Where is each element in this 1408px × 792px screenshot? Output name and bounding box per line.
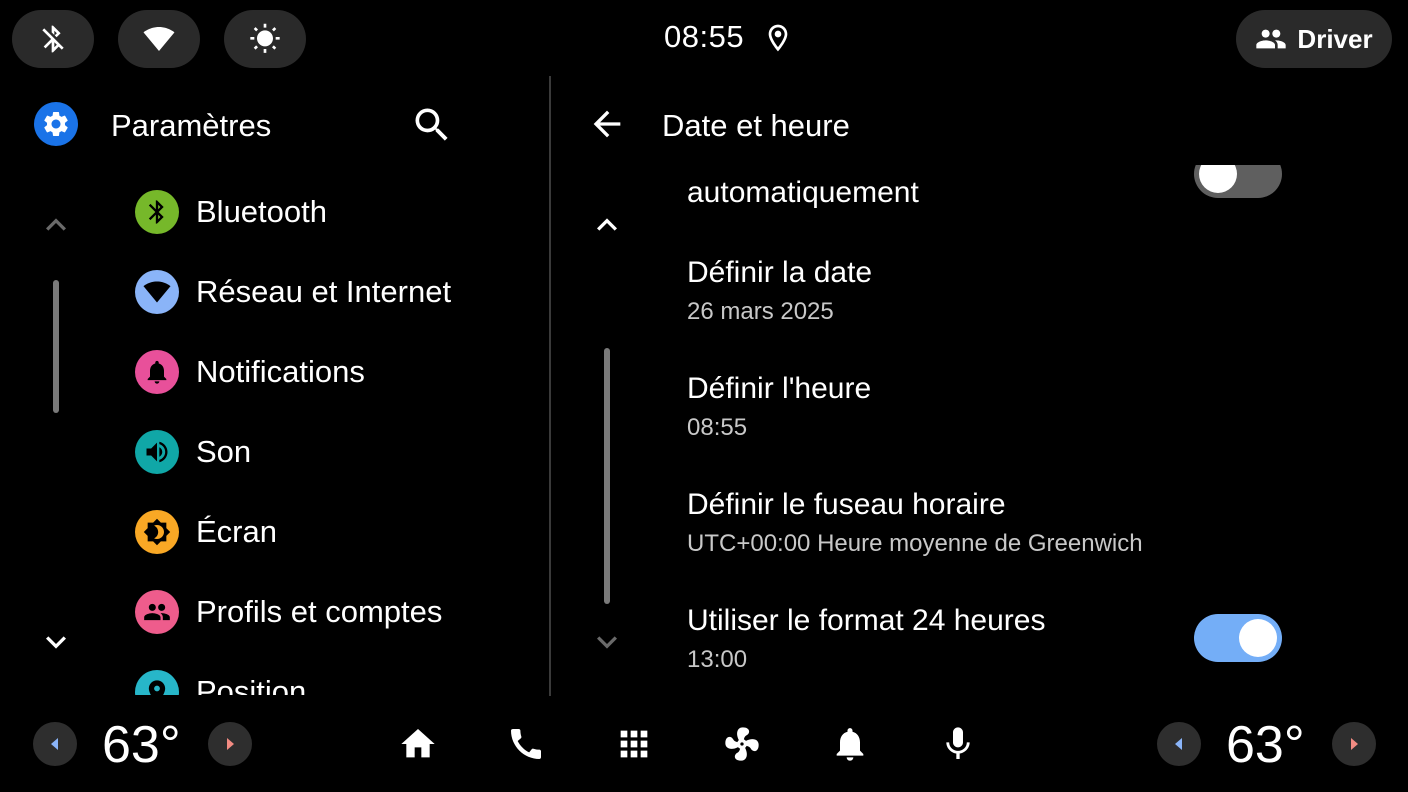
- sidebar-item-label: Son: [196, 434, 252, 469]
- microphone-icon: [946, 727, 970, 759]
- row-title: Définir le fuseau horaire: [687, 488, 1006, 521]
- set-date-row[interactable]: Définir la date 26 mars 2025: [687, 256, 1307, 326]
- hvac-fan-button[interactable]: [720, 722, 764, 766]
- detail-scrollbar[interactable]: [604, 348, 610, 604]
- wifi-icon: [143, 27, 175, 51]
- volume-icon: [135, 430, 179, 474]
- people-icon: [1256, 29, 1287, 49]
- date-time-settings-list: automatiquement Définir la date 26 mars …: [687, 165, 1307, 695]
- phone-icon: [511, 729, 541, 759]
- row-title: Définir la date: [687, 256, 873, 289]
- auto-time-toggle[interactable]: [1194, 165, 1282, 198]
- settings-app-icon: [34, 102, 78, 146]
- people-icon: [135, 590, 179, 634]
- search-button[interactable]: [410, 103, 454, 147]
- bluetooth-off-icon: [42, 25, 64, 53]
- wifi-icon: [135, 270, 179, 314]
- chevron-up-icon: [46, 218, 66, 231]
- chevron-down-icon: [46, 636, 66, 649]
- voice-assistant-button[interactable]: [936, 722, 980, 766]
- row-title: Définir l'heure: [687, 372, 872, 405]
- wifi-toggle-button[interactable]: [118, 10, 200, 68]
- sidebar-item-location[interactable]: Position: [135, 652, 535, 695]
- sidebar-item-display[interactable]: Écran: [135, 492, 535, 572]
- brightness-button[interactable]: [224, 10, 306, 68]
- triangle-left-icon: [1175, 738, 1182, 750]
- triangle-right-icon: [227, 738, 234, 750]
- right-temp-decrease-button[interactable]: [1157, 722, 1201, 766]
- triangle-right-icon: [1351, 738, 1358, 750]
- sidebar-item-label: Notifications: [196, 354, 365, 389]
- search-icon: [415, 108, 448, 141]
- row-subtitle: UTC+00:00 Heure moyenne de Greenwich: [687, 530, 1143, 557]
- notifications-button[interactable]: [828, 722, 872, 766]
- row-subtitle: 26 mars 2025: [687, 298, 834, 325]
- left-temp-decrease-button[interactable]: [33, 722, 77, 766]
- sidebar-scrollbar[interactable]: [53, 280, 59, 413]
- bluetooth-toggle-button[interactable]: [12, 10, 94, 68]
- phone-button[interactable]: [504, 722, 548, 766]
- brightness-icon: [135, 510, 179, 554]
- chevron-down-icon: [597, 636, 617, 649]
- left-temperature[interactable]: 63°: [102, 715, 181, 775]
- right-temperature[interactable]: 63°: [1226, 715, 1305, 775]
- bluetooth-icon: [135, 190, 179, 234]
- back-button[interactable]: [587, 104, 627, 144]
- sidebar-item-label: Bluetooth: [196, 194, 327, 229]
- gear-icon: [44, 112, 68, 136]
- sidebar-item-label: Profils et comptes: [196, 594, 443, 629]
- right-temp-increase-button[interactable]: [1332, 722, 1376, 766]
- home-icon: [401, 729, 435, 758]
- detail-scroll-up-button[interactable]: [587, 205, 627, 245]
- apps-grid-icon: [620, 730, 648, 758]
- arrow-back-icon: [593, 110, 621, 138]
- bell-icon: [135, 350, 179, 394]
- status-clock: 08:55: [664, 19, 745, 54]
- sidebar-item-bluetooth[interactable]: Bluetooth: [135, 172, 535, 252]
- scroll-down-button[interactable]: [36, 622, 76, 662]
- sidebar-item-notifications[interactable]: Notifications: [135, 332, 535, 412]
- set-timezone-row[interactable]: Définir le fuseau horaire UTC+00:00 Heur…: [687, 488, 1307, 558]
- apps-button[interactable]: [612, 722, 656, 766]
- sidebar-item-label: Position: [196, 674, 307, 695]
- brightness-icon: [250, 23, 280, 53]
- pane-divider: [549, 76, 551, 696]
- set-time-row[interactable]: Définir l'heure 08:55: [687, 372, 1307, 442]
- home-button[interactable]: [396, 722, 440, 766]
- profile-label: Driver: [1297, 23, 1373, 54]
- location-icon: [135, 670, 179, 695]
- chevron-up-icon: [597, 218, 617, 231]
- page-title: Date et heure: [662, 108, 850, 143]
- bell-icon: [836, 728, 864, 761]
- sidebar-item-label: Réseau et Internet: [196, 274, 452, 309]
- sidebar-item-label: Écran: [196, 514, 277, 549]
- profile-button[interactable]: Driver: [1236, 10, 1392, 68]
- sidebar-item-sound[interactable]: Son: [135, 412, 535, 492]
- location-pin-icon: [762, 22, 794, 54]
- settings-nav-list: Bluetooth Réseau et Internet Notificatio…: [135, 172, 535, 695]
- scroll-up-button[interactable]: [36, 205, 76, 245]
- sidebar-item-profiles[interactable]: Profils et comptes: [135, 572, 535, 652]
- settings-title: Paramètres: [111, 108, 272, 143]
- detail-scroll-down-button[interactable]: [587, 622, 627, 662]
- use-24h-format-toggle[interactable]: [1194, 614, 1282, 662]
- sidebar-item-network[interactable]: Réseau et Internet: [135, 252, 535, 332]
- fan-icon: [725, 727, 759, 761]
- left-temp-increase-button[interactable]: [208, 722, 252, 766]
- row-subtitle: 08:55: [687, 414, 748, 441]
- triangle-left-icon: [51, 738, 58, 750]
